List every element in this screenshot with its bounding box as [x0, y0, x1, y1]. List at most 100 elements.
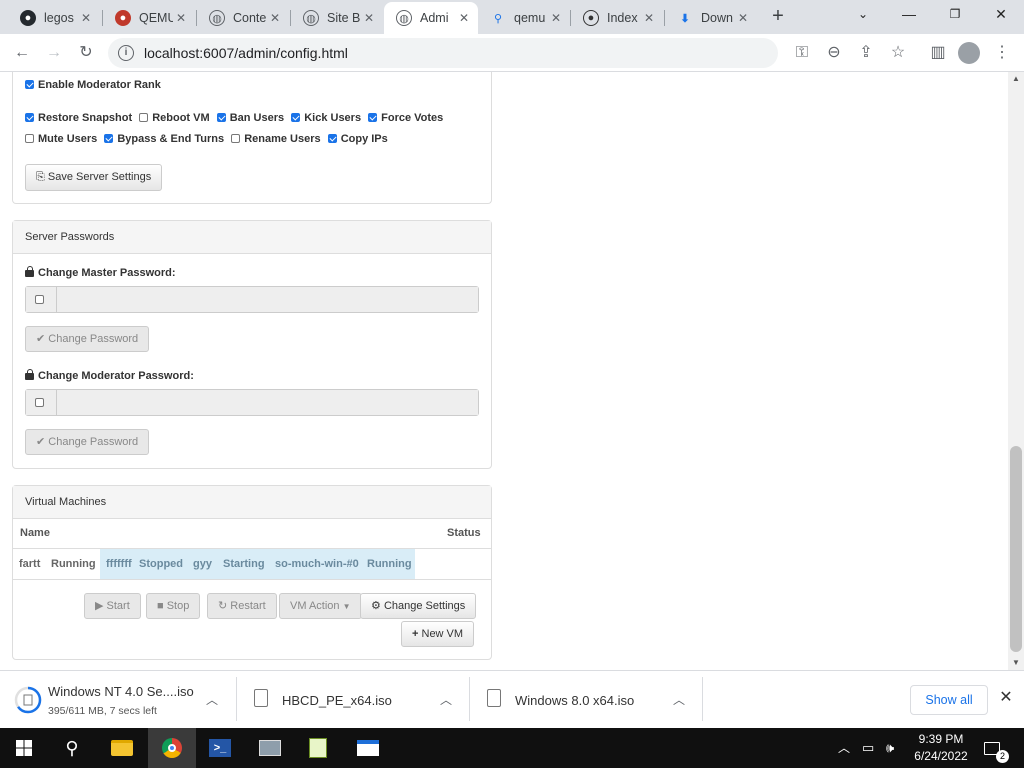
clock[interactable]: 9:39 PM 6/24/2022 [906, 728, 976, 768]
key-icon[interactable]: ⚿ [788, 39, 816, 67]
download-item[interactable]: Windows NT 4.0 Se....iso 395/611 MB, 7 s… [0, 671, 236, 729]
volume-icon[interactable]: 🕪 [886, 728, 894, 768]
url-text[interactable]: localhost:6007/admin/config.html [144, 45, 348, 61]
menu-icon[interactable]: ⋮ [988, 39, 1016, 67]
restore-button[interactable]: ❐ [932, 0, 978, 30]
zoom-icon[interactable]: ⊖ [820, 39, 848, 67]
powershell-icon[interactable]: >_ [196, 728, 244, 768]
close-tab-icon[interactable]: ✕ [173, 11, 189, 25]
chevron-up-icon[interactable]: ︿ [206, 691, 218, 708]
network-icon[interactable]: ▭ [862, 728, 874, 768]
show-all-downloads-button[interactable]: Show all [910, 685, 988, 715]
checkbox[interactable] [216, 113, 226, 122]
tab-index[interactable]: ● Index ✕ [571, 2, 663, 34]
close-tab-icon[interactable]: ✕ [735, 11, 751, 25]
close-tab-icon[interactable]: ✕ [361, 11, 377, 25]
save-server-settings-button[interactable]: ⎘ Save Server Settings [25, 164, 163, 191]
restart-vm-button[interactable]: ↻ Restart [207, 593, 277, 619]
perm-kick-users[interactable]: Kick Users [291, 112, 361, 124]
close-tab-icon[interactable]: ✕ [548, 11, 564, 25]
vm-row-name[interactable]: fffffff [100, 549, 138, 579]
forward-button[interactable]: → [40, 39, 68, 67]
stop-vm-button[interactable]: ■ Stop [146, 593, 201, 619]
tab-qemu[interactable]: ● QEMU ✕ [103, 2, 195, 34]
perm-ban-users[interactable]: Ban Users [216, 112, 284, 124]
download-item[interactable]: Windows 8.0 x64.iso ︿ [471, 671, 701, 729]
perm-mute-users[interactable]: Mute Users [25, 133, 97, 145]
chevron-up-icon[interactable]: ︿ [673, 691, 685, 708]
perm-reboot-vm[interactable]: Reboot VM [139, 112, 210, 124]
chevron-up-icon[interactable]: ︿ [440, 691, 452, 708]
close-tab-icon[interactable]: ✕ [267, 11, 283, 25]
moderator-rank-option[interactable]: Enable Moderator Rank [25, 79, 161, 91]
address-bar[interactable]: i localhost:6007/admin/config.html [108, 38, 778, 68]
close-tab-icon[interactable]: ✕ [456, 11, 472, 25]
vm-row-status[interactable]: Running [45, 549, 102, 579]
checkbox[interactable] [291, 113, 301, 122]
moderator-rank-checkbox[interactable] [25, 80, 34, 89]
vm-row-name[interactable]: fartt [13, 549, 46, 579]
new-vm-button[interactable]: + New VM [401, 621, 475, 647]
checkbox[interactable] [34, 295, 44, 304]
new-tab-button[interactable]: + [766, 5, 790, 29]
perm-force-votes[interactable]: Force Votes [368, 112, 443, 124]
change-master-password-button[interactable]: ✔ Change Password [25, 326, 150, 352]
checkbox[interactable] [139, 113, 149, 122]
change-settings-button[interactable]: ⚙ Change Settings [360, 593, 477, 619]
checkbox[interactable] [327, 134, 337, 143]
perm-bypass-end-turns[interactable]: Bypass & End Turns [104, 133, 224, 145]
vm-row-name[interactable]: gyy [187, 549, 218, 579]
file-explorer-icon[interactable] [98, 728, 146, 768]
moderator-password-input[interactable] [57, 390, 478, 415]
checkbox[interactable] [34, 398, 44, 407]
app-window-icon[interactable] [344, 728, 392, 768]
close-tab-icon[interactable]: ✕ [641, 11, 657, 25]
start-vm-button[interactable]: ▶ Start [84, 593, 141, 619]
network-app-icon[interactable] [246, 728, 294, 768]
change-moderator-password-button[interactable]: ✔ Change Password [25, 429, 150, 455]
bookmark-star-icon[interactable]: ☆ [884, 39, 912, 67]
reload-button[interactable]: ↻ [72, 39, 100, 67]
perm-copy-ips[interactable]: Copy IPs [327, 133, 388, 145]
scroll-down-arrow-icon[interactable]: ▼ [1008, 656, 1024, 670]
site-info-icon[interactable]: i [118, 45, 134, 61]
close-window-button[interactable]: ✕ [978, 0, 1024, 30]
notepad-icon[interactable] [294, 728, 342, 768]
tab-downloads[interactable]: ⬇ Down ✕ [665, 2, 757, 34]
checkbox[interactable] [368, 113, 378, 122]
vm-row-status[interactable]: Stopped [133, 549, 189, 579]
scrollbar-thumb[interactable] [1010, 446, 1022, 652]
show-password-toggle[interactable] [26, 390, 57, 415]
tab-legos[interactable]: ● legos ✕ [8, 2, 100, 34]
side-panel-icon[interactable]: ▥ [924, 39, 952, 67]
vm-action-dropdown[interactable]: VM Action ▼ [279, 593, 362, 619]
checkbox[interactable] [25, 113, 34, 122]
minimize-button[interactable]: — [886, 0, 932, 30]
checkbox[interactable] [104, 134, 114, 143]
scroll-up-arrow-icon[interactable]: ▲ [1008, 72, 1024, 86]
back-button[interactable]: ← [8, 39, 36, 67]
tab-conte[interactable]: ◍ Conte ✕ [197, 2, 289, 34]
show-password-toggle[interactable] [26, 287, 57, 312]
checkbox[interactable] [231, 134, 241, 143]
close-downloads-bar-icon[interactable]: ✕ [996, 687, 1016, 711]
start-button[interactable] [0, 728, 48, 768]
download-item[interactable]: HBCD_PE_x64.iso ︿ [238, 671, 468, 729]
tab-search-button[interactable]: ⌄ [840, 0, 886, 30]
vm-row-status[interactable]: Starting [217, 549, 271, 579]
vm-row-status[interactable]: Running [361, 549, 415, 579]
search-icon[interactable]: ⚲ [48, 728, 96, 768]
vm-row-name[interactable]: so-much-win-#0 [269, 549, 365, 579]
perm-rename-users[interactable]: Rename Users [231, 133, 321, 145]
perm-restore-snapshot[interactable]: Restore Snapshot [25, 112, 132, 124]
page-scrollbar[interactable]: ▲ ▼ [1008, 72, 1024, 670]
master-password-input[interactable] [57, 287, 478, 312]
tab-site-b[interactable]: ◍ Site B ✕ [291, 2, 383, 34]
tab-admin[interactable]: ◍ Admi ✕ [384, 2, 478, 34]
close-tab-icon[interactable]: ✕ [78, 11, 94, 25]
checkbox[interactable] [25, 134, 34, 143]
chrome-icon[interactable] [148, 728, 196, 768]
notification-center-icon[interactable]: 2 [984, 728, 1009, 768]
tab-qemu-search[interactable]: ⚲ qemu ✕ [478, 2, 570, 34]
profile-avatar[interactable] [958, 42, 980, 64]
